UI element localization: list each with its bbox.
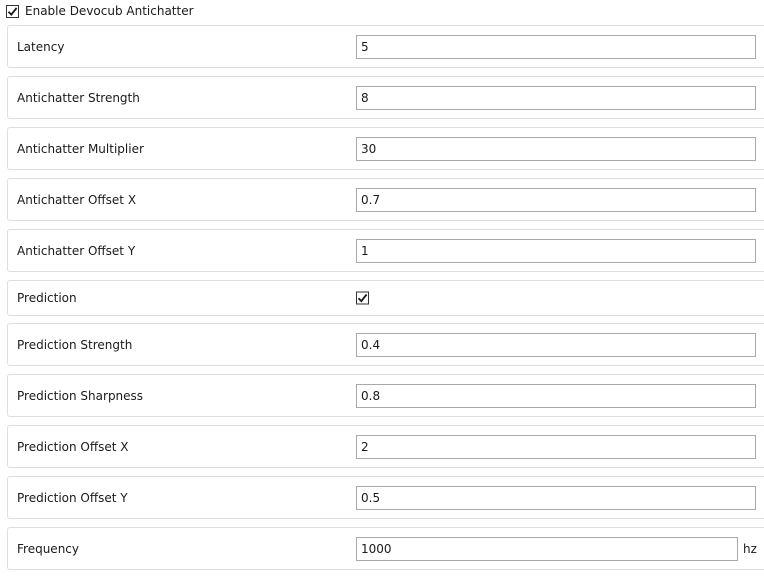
prediction-sharpness-input[interactable] bbox=[356, 383, 756, 408]
antichatter-offset-y-label: Antichatter Offset Y bbox=[17, 243, 136, 258]
enable-antichatter-toggle[interactable]: Enable Devocub Antichatter bbox=[6, 3, 194, 19]
frequency-unit: hz bbox=[743, 541, 757, 556]
setting-row-prediction: Prediction bbox=[7, 280, 764, 316]
antichatter-multiplier-label: Antichatter Multiplier bbox=[17, 141, 144, 156]
prediction-checkbox[interactable] bbox=[356, 291, 369, 305]
prediction-sharpness-label: Prediction Sharpness bbox=[17, 388, 144, 403]
setting-row-prediction-sharpness: Prediction Sharpness bbox=[7, 374, 764, 417]
frequency-label: Frequency bbox=[17, 541, 79, 556]
enable-antichatter-label: Enable Devocub Antichatter bbox=[25, 4, 194, 18]
prediction-strength-label: Prediction Strength bbox=[17, 337, 133, 352]
setting-row-prediction-offset-y: Prediction Offset Y bbox=[7, 476, 764, 519]
antichatter-offset-x-input[interactable] bbox=[356, 187, 756, 212]
setting-row-antichatter-offset-y: Antichatter Offset Y bbox=[7, 229, 764, 272]
check-icon bbox=[357, 293, 368, 303]
check-icon bbox=[7, 6, 18, 16]
enable-antichatter-checkbox[interactable] bbox=[6, 4, 19, 18]
prediction-offset-y-label: Prediction Offset Y bbox=[17, 490, 128, 505]
latency-label: Latency bbox=[17, 39, 65, 54]
antichatter-offset-x-label: Antichatter Offset X bbox=[17, 192, 137, 207]
prediction-label: Prediction bbox=[17, 291, 77, 305]
setting-row-antichatter-multiplier: Antichatter Multiplier bbox=[7, 127, 764, 170]
antichatter-strength-label: Antichatter Strength bbox=[17, 90, 140, 105]
antichatter-strength-input[interactable] bbox=[356, 85, 756, 110]
antichatter-offset-y-input[interactable] bbox=[356, 238, 756, 263]
prediction-offset-x-label: Prediction Offset X bbox=[17, 439, 129, 454]
setting-row-antichatter-strength: Antichatter Strength bbox=[7, 76, 764, 119]
frequency-input[interactable] bbox=[356, 536, 738, 561]
setting-row-prediction-offset-x: Prediction Offset X bbox=[7, 425, 764, 468]
latency-input[interactable] bbox=[356, 34, 756, 59]
prediction-strength-input[interactable] bbox=[356, 332, 756, 357]
prediction-offset-y-input[interactable] bbox=[356, 485, 756, 510]
setting-row-frequency: Frequency hz bbox=[7, 527, 764, 570]
setting-row-latency: Latency bbox=[7, 25, 764, 68]
setting-row-prediction-strength: Prediction Strength bbox=[7, 323, 764, 366]
antichatter-multiplier-input[interactable] bbox=[356, 136, 756, 161]
prediction-offset-x-input[interactable] bbox=[356, 434, 756, 459]
setting-row-antichatter-offset-x: Antichatter Offset X bbox=[7, 178, 764, 221]
